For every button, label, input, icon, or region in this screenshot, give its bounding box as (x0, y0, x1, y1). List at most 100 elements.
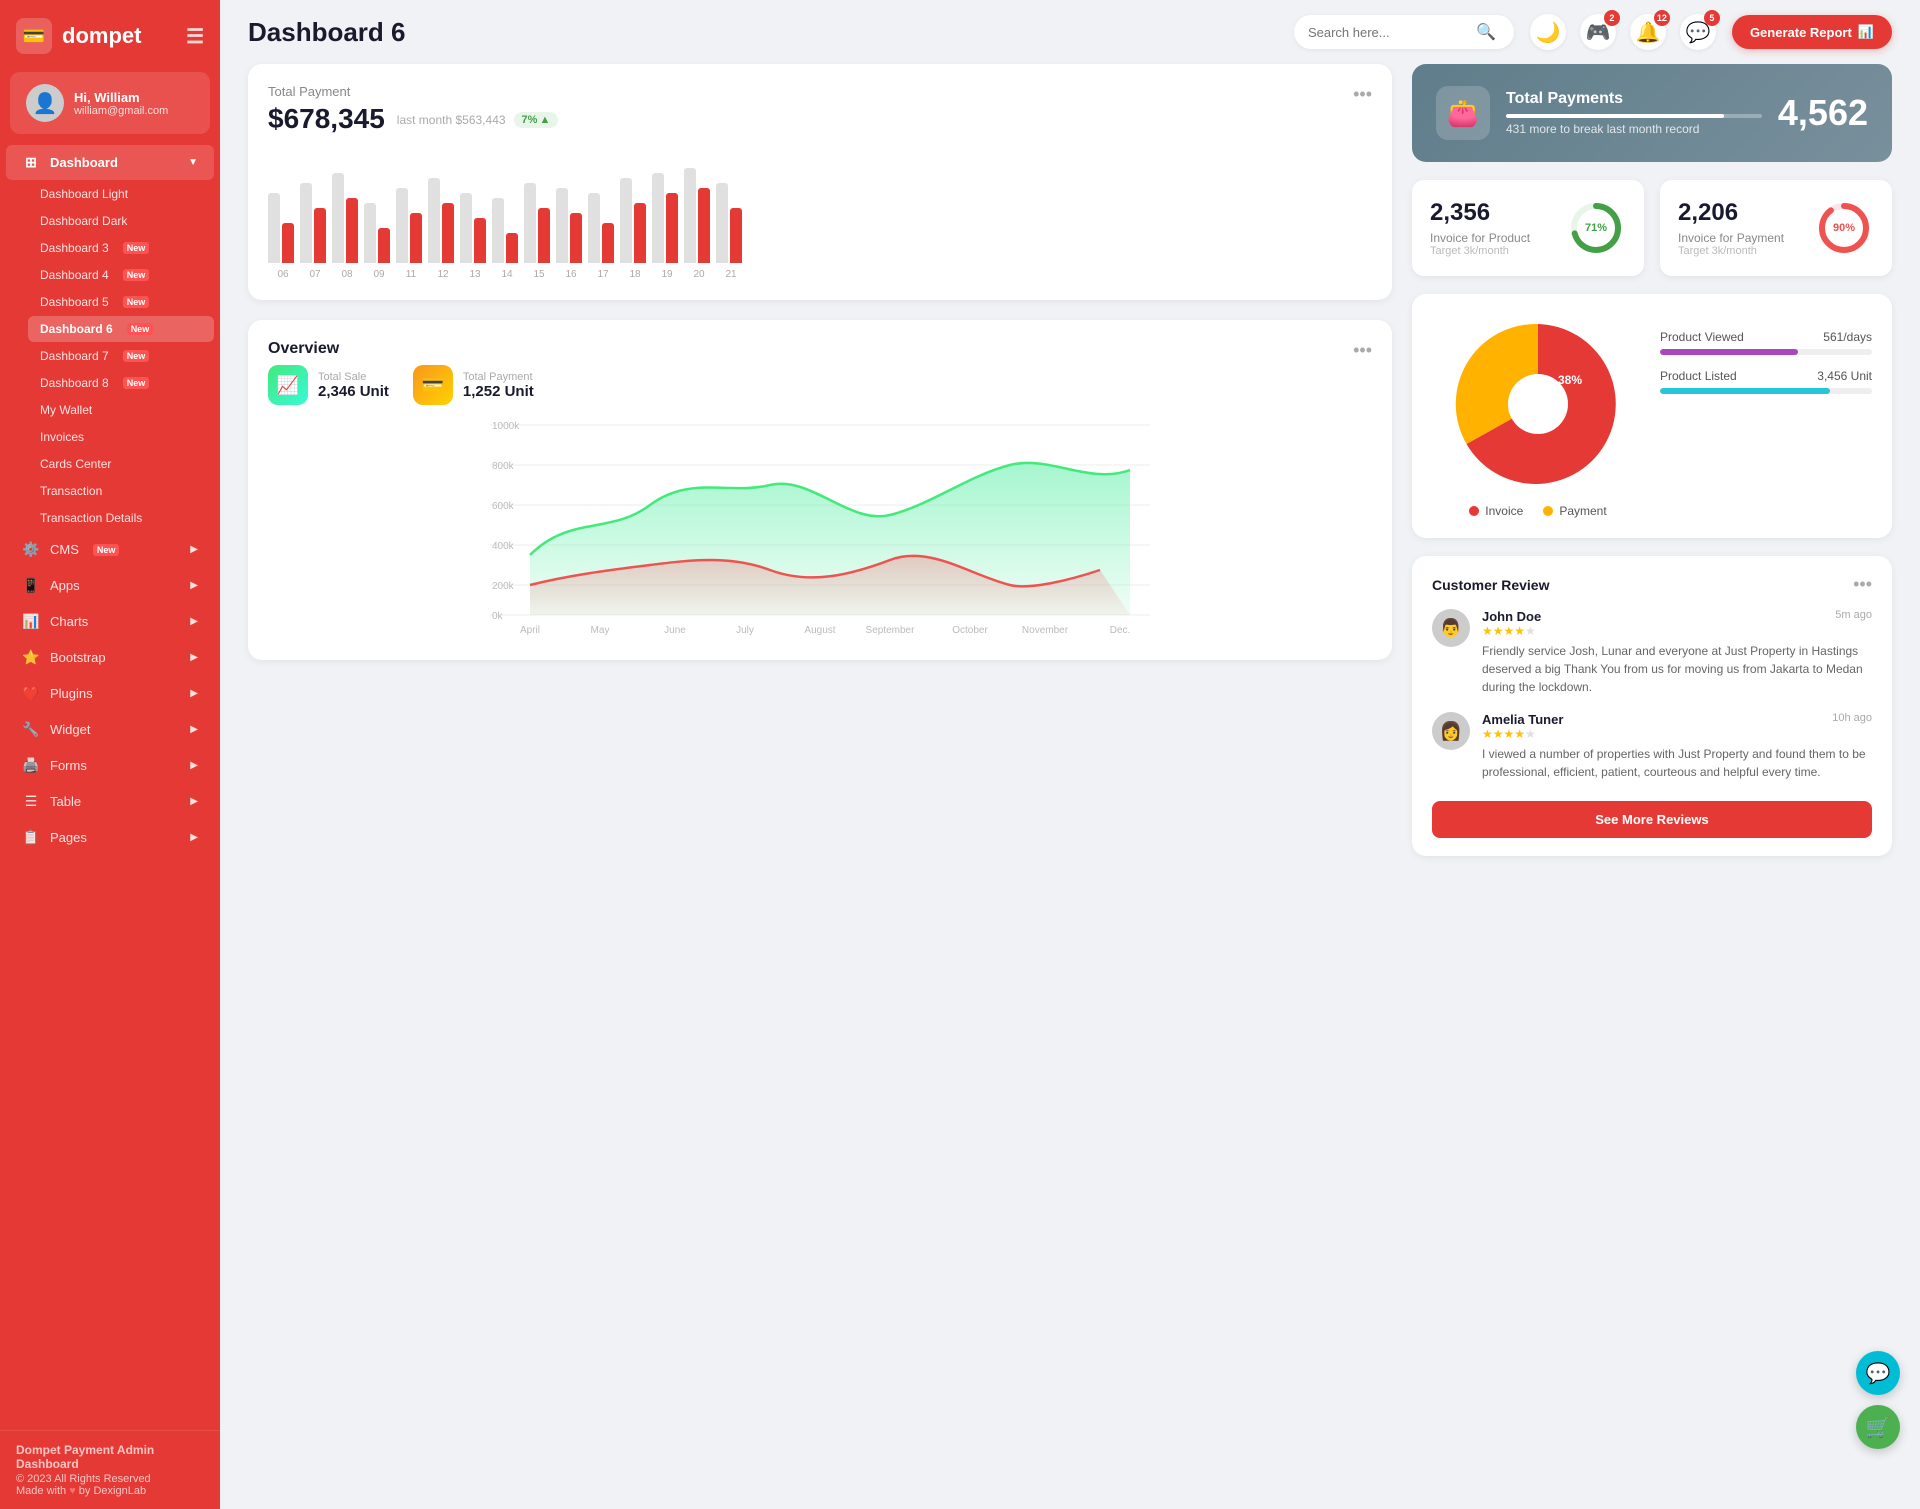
overview-title: Overview (268, 340, 339, 358)
sidebar-item-cms[interactable]: ⚙️ CMS New ▶ (6, 532, 214, 567)
sidebar-item-my-wallet[interactable]: My Wallet (28, 397, 214, 423)
svg-text:600k: 600k (492, 501, 515, 512)
dashboard-6-label: Dashboard 6 (40, 322, 113, 336)
badge-new: New (123, 350, 150, 362)
sidebar-item-dashboard-6[interactable]: Dashboard 6 New (28, 316, 214, 342)
invoice-product-value: 2,356 (1430, 199, 1530, 227)
legend-invoice: Invoice (1469, 504, 1523, 518)
dashboard-light-label: Dashboard Light (40, 187, 128, 201)
search-input[interactable] (1308, 25, 1468, 40)
widget-icon: 🔧 (22, 721, 40, 738)
review-more-icon[interactable]: ••• (1853, 574, 1872, 595)
see-more-reviews-button[interactable]: See More Reviews (1432, 801, 1872, 838)
bar-label-text: 15 (526, 269, 552, 280)
total-payment-stat-value: 1,252 Unit (463, 383, 534, 400)
generate-report-button[interactable]: Generate Report 📊 (1732, 15, 1892, 49)
last-month-label: last month $563,443 (397, 113, 506, 127)
sidebar-item-transaction[interactable]: Transaction (28, 478, 214, 504)
apps-icon: 📱 (22, 577, 40, 594)
arrow-icon: ▶ (190, 652, 198, 663)
sidebar-item-forms[interactable]: 🖨️ Forms ▶ (6, 748, 214, 783)
sidebar-item-dashboard-5[interactable]: Dashboard 5 New (28, 289, 214, 315)
arrow-icon: ▶ (190, 724, 198, 735)
tp-title: Total Payments (1506, 90, 1762, 108)
sidebar-item-dashboard-8[interactable]: Dashboard 8 New (28, 370, 214, 396)
bar-red (634, 203, 646, 263)
total-payment-title: Total Payment (268, 84, 558, 99)
sidebar-item-table[interactable]: ☰ Table ▶ (6, 784, 214, 819)
product-listed-stat: Product Listed 3,456 Unit (1660, 369, 1872, 394)
pie-chart-svg: 62% 38% (1448, 314, 1628, 494)
sidebar-item-pages[interactable]: 📋 Pages ▶ (6, 820, 214, 855)
app-name: dompet (62, 23, 141, 49)
bar-chart-container: 060708091112131415161718192021 (268, 153, 1372, 280)
invoice-payment-value: 2,206 (1678, 199, 1784, 227)
svg-text:June: June (664, 625, 686, 635)
customer-review-card: Customer Review ••• 👨 John Doe 5m ago ★★… (1412, 556, 1892, 856)
reviewer-1-name: John Doe (1482, 609, 1541, 624)
dashboard-3-label: Dashboard 3 (40, 241, 109, 255)
dashboard-dark-label: Dashboard Dark (40, 214, 127, 228)
pie-legend: Invoice Payment (1469, 504, 1606, 518)
sidebar-item-dashboard-light[interactable]: Dashboard Light (28, 181, 214, 207)
bar-label-text: 17 (590, 269, 616, 280)
search-icon[interactable]: 🔍 (1476, 22, 1496, 42)
sidebar-item-widget[interactable]: 🔧 Widget ▶ (6, 712, 214, 747)
reviewer-2-info: Amelia Tuner 10h ago ★★★★★ I viewed a nu… (1482, 712, 1872, 781)
bar-gray (652, 173, 664, 263)
sidebar-item-transaction-details[interactable]: Transaction Details (28, 505, 214, 531)
arrow-icon: ▶ (190, 544, 198, 555)
bar-label-text: 11 (398, 269, 424, 280)
bar-labels: 060708091112131415161718192021 (268, 269, 1372, 280)
review-item-2: 👩 Amelia Tuner 10h ago ★★★★★ I viewed a … (1432, 712, 1872, 781)
sidebar-logo: 💳 dompet ☰ (0, 0, 220, 72)
bell-button[interactable]: 🔔 12 (1630, 14, 1666, 50)
total-payment-stat: 💳 Total Payment 1,252 Unit (413, 365, 534, 405)
reviewer-1-text: Friendly service Josh, Lunar and everyon… (1482, 642, 1872, 696)
bar-label-text: 07 (302, 269, 328, 280)
arrow-icon: ▶ (190, 580, 198, 591)
sidebar-item-dashboard-3[interactable]: Dashboard 3 New (28, 235, 214, 261)
dark-mode-button[interactable]: 🌙 (1530, 14, 1566, 50)
user-greeting: Hi, William (74, 90, 168, 105)
sidebar-item-charts[interactable]: 📊 Charts ▶ (6, 604, 214, 639)
bar-label-text: 18 (622, 269, 648, 280)
sidebar-item-dashboard[interactable]: ⊞ Dashboard ▼ (6, 145, 214, 180)
footer-brand: Dompet Payment Admin Dashboard (16, 1443, 204, 1471)
badge-new: New (93, 544, 120, 556)
product-stats: Product Viewed 561/days Product Listed (1660, 330, 1872, 518)
dashboard-5-label: Dashboard 5 (40, 295, 109, 309)
more-options-icon[interactable]: ••• (1353, 84, 1372, 105)
invoice-payment-donut: 90% (1814, 198, 1874, 258)
sidebar-item-cards-center[interactable]: Cards Center (28, 451, 214, 477)
reviewer-2-name: Amelia Tuner (1482, 712, 1563, 727)
cart-float-button[interactable]: 🛒 (1856, 1405, 1900, 1449)
bootstrap-icon: ⭐ (22, 649, 40, 666)
pages-label: Pages (50, 830, 87, 845)
badge-new: New (123, 242, 150, 254)
svg-text:400k: 400k (492, 541, 515, 552)
sidebar-item-dashboard-4[interactable]: Dashboard 4 New (28, 262, 214, 288)
hamburger-icon[interactable]: ☰ (186, 24, 204, 49)
bar-gray (684, 168, 696, 263)
user-email: william@gmail.com (74, 105, 168, 117)
product-viewed-value: 561/days (1823, 330, 1872, 344)
bar-red (570, 213, 582, 263)
bar-group (364, 203, 390, 263)
gamepad-button[interactable]: 🎮 2 (1580, 14, 1616, 50)
product-listed-fill (1660, 388, 1830, 394)
sidebar-item-dashboard-7[interactable]: Dashboard 7 New (28, 343, 214, 369)
sidebar-item-plugins[interactable]: ❤️ Plugins ▶ (6, 676, 214, 711)
sidebar-item-dashboard-dark[interactable]: Dashboard Dark (28, 208, 214, 234)
footer-made-with: Made with ♥ by DexignLab (16, 1485, 204, 1497)
svg-text:September: September (866, 625, 916, 635)
support-float-button[interactable]: 💬 (1856, 1351, 1900, 1395)
chat-button[interactable]: 💬 5 (1680, 14, 1716, 50)
overview-more-icon[interactable]: ••• (1353, 340, 1372, 361)
sidebar-item-invoices[interactable]: Invoices (28, 424, 214, 450)
sidebar-item-bootstrap[interactable]: ⭐ Bootstrap ▶ (6, 640, 214, 675)
invoice-payment-info: 2,206 Invoice for Payment Target 3k/mont… (1678, 199, 1784, 257)
sidebar-item-apps[interactable]: 📱 Apps ▶ (6, 568, 214, 603)
reviewer-1-info: John Doe 5m ago ★★★★★ Friendly service J… (1482, 609, 1872, 696)
total-sale-value: 2,346 Unit (318, 383, 389, 400)
